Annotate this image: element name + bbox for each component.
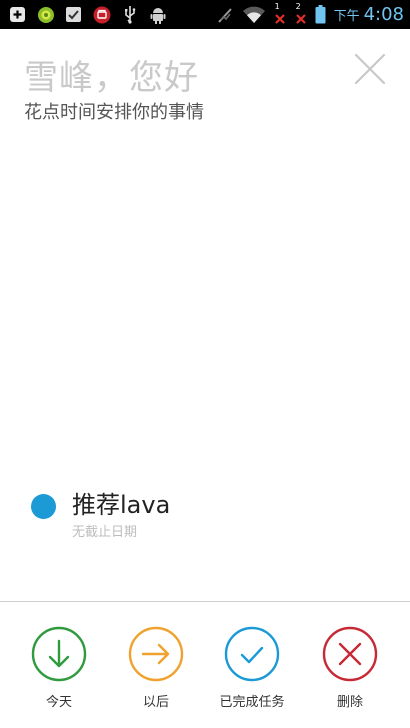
status-bar: 1 2 下午 4:08: [0, 0, 410, 29]
today-label: 今天: [45, 695, 72, 710]
greeting-title: 雪峰，您好: [24, 58, 199, 98]
status-bar-ampm: 下午: [333, 9, 360, 24]
notification-2-icon: 2: [294, 2, 308, 24]
check-circle-icon: [224, 626, 280, 682]
android-green-icon: [36, 5, 55, 24]
android-debug-icon: [148, 5, 167, 24]
completed-tasks-button[interactable]: 已完成任务: [207, 626, 297, 716]
status-bar-system: 1 2 下午 4:08: [216, 2, 404, 25]
task-status-dot: [31, 494, 56, 519]
later-label: 以后: [142, 695, 169, 710]
arrow-right-circle-icon: [128, 626, 184, 682]
status-bar-time: 4:08: [363, 4, 404, 25]
usb-icon: [120, 5, 139, 24]
arrow-down-circle-icon: [31, 626, 87, 682]
no-signal-icon: [216, 5, 235, 24]
task-due-date: 无截止日期: [72, 525, 138, 540]
greeting-subtitle: 花点时间安排你的事情: [24, 102, 204, 123]
bottom-action-bar: 今天 以后 已完成任务 删除: [0, 602, 410, 728]
notification-1-count: 1: [274, 2, 280, 11]
plus-box-icon: [8, 5, 27, 24]
later-button[interactable]: 以后: [111, 626, 201, 716]
red-app-icon: [92, 5, 111, 24]
completed-tasks-label: 已完成任务: [219, 695, 285, 710]
close-icon[interactable]: [353, 52, 387, 86]
delete-label: 删除: [336, 695, 363, 710]
status-bar-notifications: [8, 4, 167, 25]
x-circle-icon: [322, 626, 378, 682]
notification-2-count: 2: [295, 2, 301, 11]
checkbox-icon: [64, 5, 83, 24]
wifi-icon: [242, 5, 266, 24]
delete-button[interactable]: 删除: [305, 626, 395, 716]
task-title: 推荐lava: [72, 491, 171, 519]
task-item[interactable]: 推荐lava 无截止日期: [30, 485, 390, 545]
notification-1-icon: 1: [273, 2, 287, 24]
battery-icon: [315, 5, 327, 24]
today-button[interactable]: 今天: [14, 626, 104, 716]
